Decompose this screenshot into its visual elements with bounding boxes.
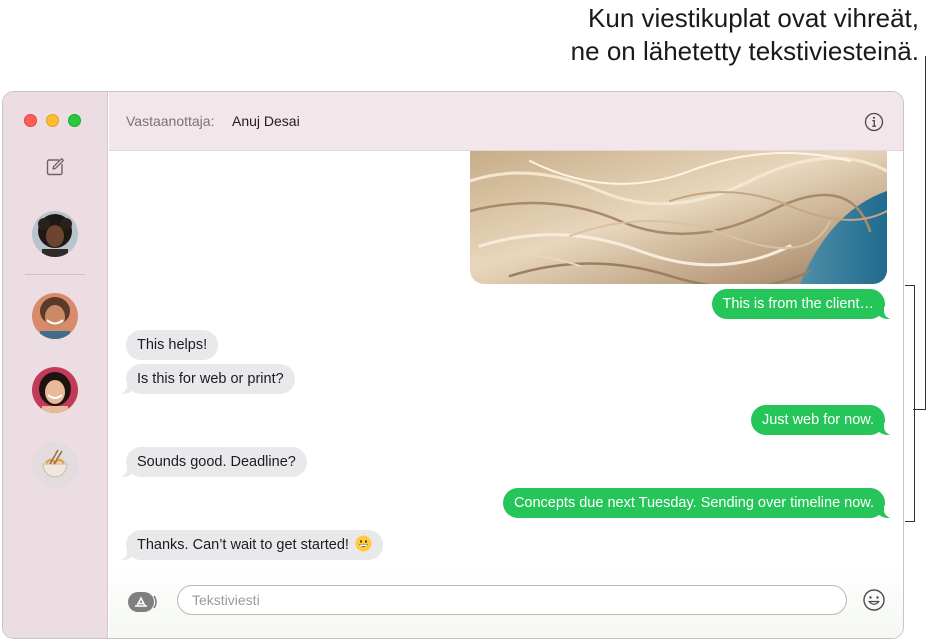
- conversation-avatar-4[interactable]: [32, 442, 78, 488]
- conversation-header: Vastaanottaja: Anuj Desai: [109, 92, 903, 151]
- message-text: This helps!: [137, 337, 208, 353]
- sidebar-divider: [25, 274, 85, 275]
- message-text: Just web for now.: [761, 412, 874, 428]
- message-input[interactable]: [177, 585, 847, 615]
- message-bubble-outgoing[interactable]: This is from the client…: [711, 289, 894, 319]
- zoom-button[interactable]: [68, 114, 81, 127]
- composer-bar: [109, 568, 903, 638]
- traffic-lights: [24, 114, 81, 127]
- messages-window: Vastaanottaja: Anuj Desai This is from t…: [2, 91, 904, 639]
- message-bubble-incoming[interactable]: Sounds good. Deadline?: [117, 447, 307, 477]
- conversation-avatar-2[interactable]: [32, 293, 78, 339]
- message-text: Sounds good. Deadline?: [137, 454, 296, 470]
- message-text: Thanks. Can’t wait to get started!: [137, 537, 349, 553]
- message-bubble-outgoing[interactable]: Just web for now.: [750, 405, 895, 435]
- close-button[interactable]: [24, 114, 37, 127]
- compose-icon[interactable]: [44, 156, 66, 178]
- callout-line-1: Kun viestikuplat ovat vihreät,: [588, 3, 919, 33]
- message-bubble-incoming[interactable]: Thanks. Can’t wait to get started!: [117, 530, 383, 560]
- message-text: Is this for web or print?: [137, 371, 284, 387]
- recipient-name[interactable]: Anuj Desai: [232, 113, 300, 129]
- message-bubble-incoming[interactable]: Is this for web or print?: [117, 364, 295, 394]
- message-text: This is from the client…: [722, 296, 875, 312]
- grinning-face-icon: [355, 533, 372, 552]
- emoji-icon[interactable]: [862, 588, 886, 612]
- recipient-label: Vastaanottaja:: [126, 113, 215, 129]
- info-icon[interactable]: [863, 111, 885, 133]
- conversation-avatar-1[interactable]: [32, 211, 78, 257]
- app-store-icon[interactable]: [127, 590, 159, 614]
- message-bubble-outgoing[interactable]: Concepts due next Tuesday. Sending over …: [502, 488, 895, 518]
- sidebar: [3, 92, 108, 638]
- minimize-button[interactable]: [46, 114, 59, 127]
- message-transcript: This is from the client… This helps! Is …: [109, 151, 903, 638]
- message-text: Concepts due next Tuesday. Sending over …: [513, 495, 874, 511]
- callout-annotation: Kun viestikuplat ovat vihreät, ne on läh…: [359, 2, 919, 68]
- callout-line-2: ne on lähetetty tekstiviesteinä.: [570, 36, 919, 66]
- message-bubble-incoming[interactable]: This helps!: [126, 330, 219, 360]
- hair-photo[interactable]: [470, 151, 887, 284]
- conversation-avatar-3[interactable]: [32, 367, 78, 413]
- callout-leader-line: [925, 56, 926, 410]
- callout-bracket: [905, 285, 915, 522]
